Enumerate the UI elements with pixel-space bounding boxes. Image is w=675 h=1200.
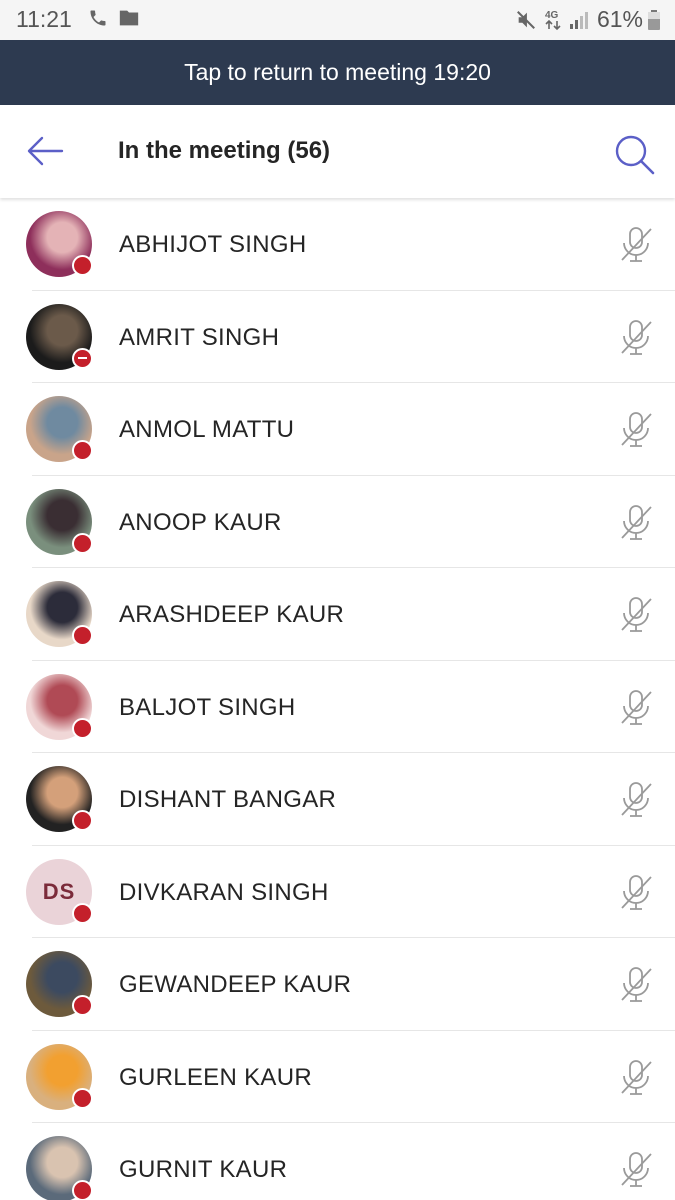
presence-busy-badge [72, 625, 93, 646]
participant-row[interactable]: DISHANT BANGAR [0, 753, 675, 846]
participant-name: BALJOT SINGH [119, 693, 296, 721]
mic-muted-icon[interactable] [616, 872, 656, 912]
mic-muted-icon[interactable] [616, 964, 656, 1004]
return-to-meeting-banner[interactable]: Tap to return to meeting 19:20 [0, 40, 675, 105]
presence-busy-badge [72, 1087, 93, 1109]
presence-busy-badge [72, 810, 93, 831]
status-time: 11:21 [16, 6, 72, 32]
presence-busy-badge [72, 995, 93, 1016]
participant-name: DIVKARAN SINGH [119, 878, 329, 906]
page-title: In the meeting (56) [118, 137, 331, 164]
participant-row[interactable]: DS DIVKARAN SINGH [0, 846, 675, 938]
network-label: 4G [545, 10, 559, 21]
participants-list: ABHIJOT SINGH AMRIT SINGH ANMOL MATTU ANOOP… [0, 198, 675, 1200]
network-4g-icon: 4G [545, 10, 561, 30]
participant-name: GEWANDEEP KAUR [119, 971, 352, 998]
participant-row[interactable]: ARASHDEEP KAUR [0, 568, 675, 661]
signal-icon [569, 11, 588, 29]
app-header: In the meeting (56) [0, 105, 675, 198]
participant-name: AMRIT SINGH [119, 323, 280, 351]
battery-percent: 61% [596, 6, 643, 32]
banner-text: Tap to return to meeting 19:20 [184, 59, 491, 85]
mic-muted-icon[interactable] [616, 502, 656, 542]
presence-dnd-badge [72, 347, 93, 369]
participant-name: ABHIJOT SINGH [119, 231, 307, 258]
participant-row[interactable]: AMRIT SINGH [0, 291, 675, 383]
participant-row[interactable]: ANOOP KAUR [0, 476, 675, 568]
mute-icon [516, 10, 535, 29]
search-icon[interactable] [612, 132, 658, 178]
mic-muted-icon[interactable] [616, 1057, 656, 1097]
participant-row[interactable]: GURNIT KAUR [0, 1123, 675, 1200]
participant-row[interactable]: GEWANDEEP KAUR [0, 938, 675, 1031]
presence-busy-badge [72, 1180, 93, 1200]
back-arrow-icon[interactable] [22, 131, 68, 171]
participant-row[interactable]: ANMOL MATTU [0, 383, 675, 476]
presence-busy-badge [72, 255, 93, 276]
status-bar: 11:21 4G 61% [0, 0, 675, 40]
participant-row[interactable]: BALJOT SINGH [0, 661, 675, 753]
presence-busy-badge [72, 717, 93, 739]
phone-icon [90, 10, 106, 26]
participant-row[interactable]: GURLEEN KAUR [0, 1031, 675, 1123]
participant-name: ANMOL MATTU [119, 416, 295, 443]
mic-muted-icon[interactable] [616, 224, 656, 264]
presence-busy-badge [72, 532, 93, 554]
mic-muted-icon[interactable] [616, 779, 656, 819]
mic-muted-icon[interactable] [616, 594, 656, 634]
participant-name: ANOOP KAUR [119, 508, 282, 536]
battery-icon [648, 9, 660, 30]
presence-busy-badge [72, 440, 93, 461]
mic-muted-icon[interactable] [616, 687, 656, 727]
mic-muted-icon[interactable] [616, 1149, 656, 1189]
participant-row[interactable]: ABHIJOT SINGH [0, 198, 675, 291]
folder-icon [119, 10, 139, 26]
participant-name: GURLEEN KAUR [119, 1063, 312, 1091]
presence-busy-badge [72, 902, 93, 924]
mic-muted-icon[interactable] [616, 317, 656, 357]
mic-muted-icon[interactable] [616, 409, 656, 449]
participant-name: DISHANT BANGAR [119, 786, 337, 813]
participant-name: GURNIT KAUR [119, 1156, 288, 1183]
participant-name: ARASHDEEP KAUR [119, 601, 345, 628]
